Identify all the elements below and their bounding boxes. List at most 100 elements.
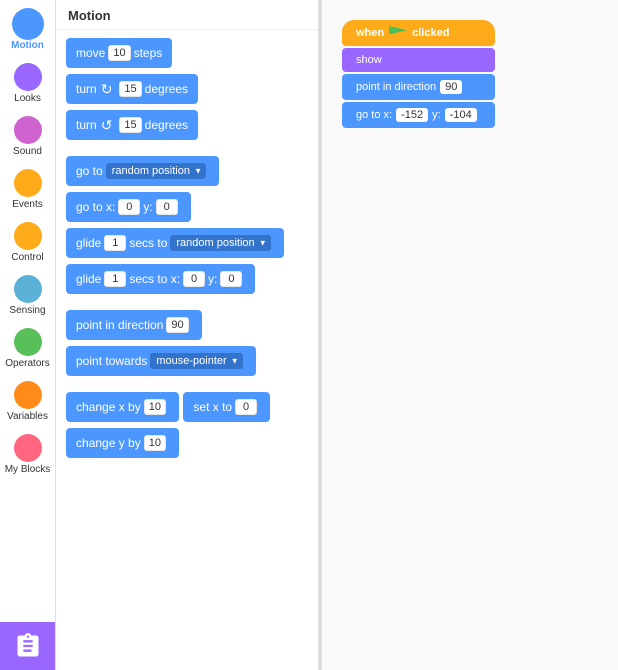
myblocks-circle [14,434,42,462]
rotate-cw-icon: ↻ [101,81,113,98]
block-goto-y-input[interactable]: 0 [156,199,178,215]
blocks-list: move 10 steps turn ↻ 15 degrees turn ↺ 1… [56,30,318,670]
block-glide-label: glide [76,236,101,250]
sidebar-label-operators: Operators [5,358,49,369]
canvas-goto-label: go to x: [356,109,392,121]
block-change-x-input[interactable]: 10 [144,399,166,415]
block-glide-xy-x[interactable]: 0 [183,271,205,287]
block-turn-ccw-suffix: degrees [145,118,188,132]
show-label: show [356,54,382,66]
rotate-ccw-icon: ↺ [101,117,113,134]
sidebar-label-myblocks: My Blocks [5,464,51,475]
sidebar-item-events[interactable]: Events [0,163,55,216]
block-turn-cw[interactable]: turn ↻ 15 degrees [66,74,198,104]
sidebar-item-motion[interactable]: Motion [0,4,55,57]
sidebar-item-operators[interactable]: Operators [0,322,55,375]
looks-circle [14,63,42,91]
canvas-goto-y[interactable]: -104 [445,108,477,122]
block-glide-dropdown[interactable]: random position [170,235,270,251]
block-set-x[interactable]: set x to 0 [183,392,270,422]
blocks-panel-title: Motion [56,0,318,30]
sensing-circle [14,275,42,303]
block-set-x-input[interactable]: 0 [235,399,257,415]
sidebar-label-control: Control [11,252,43,263]
canvas-goto-ymid: y: [432,109,441,121]
block-move-label: move [76,46,105,60]
block-goto-label: go to [76,164,103,178]
sidebar-item-sensing[interactable]: Sensing [0,269,55,322]
canvas-block-goto-xy[interactable]: go to x: -152 y: -104 [342,102,495,128]
sidebar-label-sensing: Sensing [9,305,45,316]
sidebar-item-myblocks[interactable]: My Blocks [0,428,55,481]
clicked-label: clicked [412,27,449,39]
sidebar-label-motion: Motion [11,40,44,51]
block-move-input[interactable]: 10 [108,45,130,61]
add-extension-icon [14,632,42,660]
block-goto-dropdown[interactable]: random position [106,163,206,179]
block-set-x-label: set x to [193,400,232,414]
block-glide-xy-ymid: y: [208,272,217,286]
block-point-towards-dropdown[interactable]: mouse-pointer [150,353,242,369]
event-block-when-clicked[interactable]: when clicked [342,20,495,46]
add-extension-button[interactable] [0,622,55,670]
sidebar-label-events: Events [12,199,43,210]
spacer3 [66,382,308,392]
block-turn-ccw-label: turn [76,118,97,132]
block-glide-secs-input[interactable]: 1 [104,235,126,251]
block-glide-xy-secs[interactable]: 1 [104,271,126,287]
block-glide-xy-label: glide [76,272,101,286]
sidebar-label-variables: Variables [7,411,48,422]
block-goto-xy-label: go to x: [76,200,115,214]
flag-icon [389,26,407,40]
control-circle [14,222,42,250]
script-container: when clicked show point in direction 90 … [342,20,495,128]
canvas-goto-x[interactable]: -152 [396,108,428,122]
canvas-point-dir-label: point in direction [356,81,436,93]
blocks-panel: Motion move 10 steps turn ↻ 15 degrees t… [56,0,318,670]
sidebar-item-control[interactable]: Control [0,216,55,269]
block-move-suffix: steps [134,46,163,60]
block-glide-mid: secs to [129,236,167,250]
block-goto-x-input[interactable]: 0 [118,199,140,215]
sidebar-item-sound[interactable]: Sound [0,110,55,163]
block-point-dir-input[interactable]: 90 [166,317,188,333]
block-glide-random[interactable]: glide 1 secs to random position [66,228,284,258]
sound-circle [14,116,42,144]
block-point-dir-label: point in direction [76,318,163,332]
canvas-block-point-dir[interactable]: point in direction 90 [342,74,495,100]
canvas-block-show[interactable]: show [342,48,495,72]
canvas-panel[interactable]: when clicked show point in direction 90 … [322,0,618,670]
events-circle [14,169,42,197]
block-point-towards[interactable]: point towards mouse-pointer [66,346,256,376]
operators-circle [14,328,42,356]
canvas-point-dir-input[interactable]: 90 [440,80,462,94]
block-glide-xy-y[interactable]: 0 [220,271,242,287]
when-label: when [356,27,384,39]
block-change-y-label: change y by [76,436,141,450]
sidebar-item-variables[interactable]: Variables [0,375,55,428]
block-turn-cw-label: turn [76,82,97,96]
block-turn-cw-suffix: degrees [145,82,188,96]
spacer2 [66,300,308,310]
block-glide-xy-mid: secs to x: [129,272,180,286]
block-glide-xy[interactable]: glide 1 secs to x: 0 y: 0 [66,264,255,294]
sidebar-item-looks[interactable]: Looks [0,57,55,110]
sidebar-label-sound: Sound [13,146,42,157]
block-turn-ccw-input[interactable]: 15 [119,117,141,133]
motion-circle [14,10,42,38]
block-turn-ccw[interactable]: turn ↺ 15 degrees [66,110,198,140]
block-goto-xy[interactable]: go to x: 0 y: 0 [66,192,191,222]
block-point-towards-label: point towards [76,354,147,368]
block-move[interactable]: move 10 steps [66,38,172,68]
block-change-y[interactable]: change y by 10 [66,428,179,458]
block-change-x[interactable]: change x by 10 [66,392,179,422]
sidebar-label-looks: Looks [14,93,41,104]
block-turn-cw-input[interactable]: 15 [119,81,141,97]
variables-circle [14,381,42,409]
block-point-direction[interactable]: point in direction 90 [66,310,202,340]
block-change-x-label: change x by [76,400,141,414]
block-goto-random[interactable]: go to random position [66,156,219,186]
block-goto-xy-mid: y: [143,200,152,214]
spacer1 [66,146,308,156]
block-change-y-input[interactable]: 10 [144,435,166,451]
